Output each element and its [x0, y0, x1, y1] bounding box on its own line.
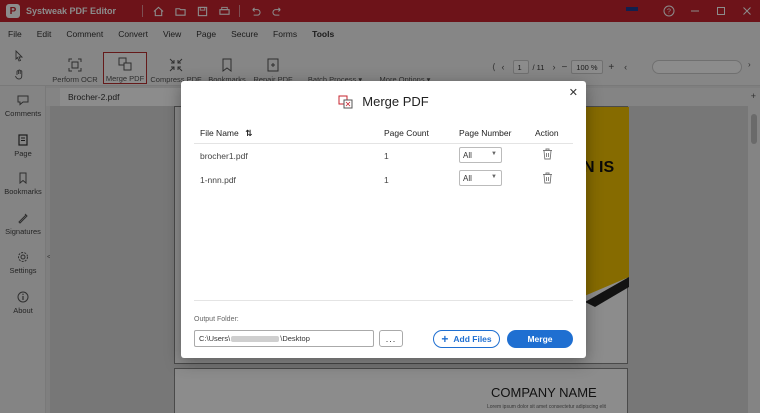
- browse-folder-button[interactable]: ...: [379, 330, 403, 347]
- redacted-username: [231, 335, 280, 342]
- page-count-cell: 1: [384, 151, 389, 161]
- dialog-title: Merge PDF: [181, 94, 586, 109]
- sort-icon[interactable]: ⇅: [245, 128, 252, 138]
- action-header: Action: [535, 128, 559, 138]
- file-name-cell: 1-nnn.pdf: [200, 175, 236, 185]
- merge-pdf-dialog: ✕ Merge PDF File Name ⇅ Page Count Page …: [181, 81, 586, 358]
- page-count-cell: 1: [384, 175, 389, 185]
- dialog-title-text: Merge PDF: [362, 94, 429, 109]
- page-number-header: Page Number: [459, 128, 512, 138]
- merge-pdf-icon: [338, 95, 353, 108]
- output-folder-input[interactable]: C:\Users\ \Desktop: [194, 330, 374, 347]
- merge-button[interactable]: Merge: [507, 330, 573, 348]
- page-number-select[interactable]: All ▼: [459, 147, 502, 163]
- file-name-header[interactable]: File Name ⇅: [200, 128, 252, 139]
- chevron-down-icon: ▼: [491, 174, 497, 180]
- chevron-down-icon: ▼: [491, 151, 497, 157]
- plus-icon: +: [441, 332, 449, 346]
- delete-row-icon[interactable]: [542, 148, 553, 162]
- delete-row-icon[interactable]: [542, 172, 553, 186]
- add-files-label: Add Files: [453, 334, 492, 344]
- page-number-select[interactable]: All ▼: [459, 170, 502, 186]
- output-folder-label: Output Folder:: [194, 316, 239, 323]
- file-name-cell: brocher1.pdf: [200, 151, 248, 161]
- page-count-header: Page Count: [384, 128, 429, 138]
- add-files-button[interactable]: + Add Files: [433, 330, 500, 348]
- footer-divider: [194, 300, 573, 301]
- header-divider: [194, 143, 573, 144]
